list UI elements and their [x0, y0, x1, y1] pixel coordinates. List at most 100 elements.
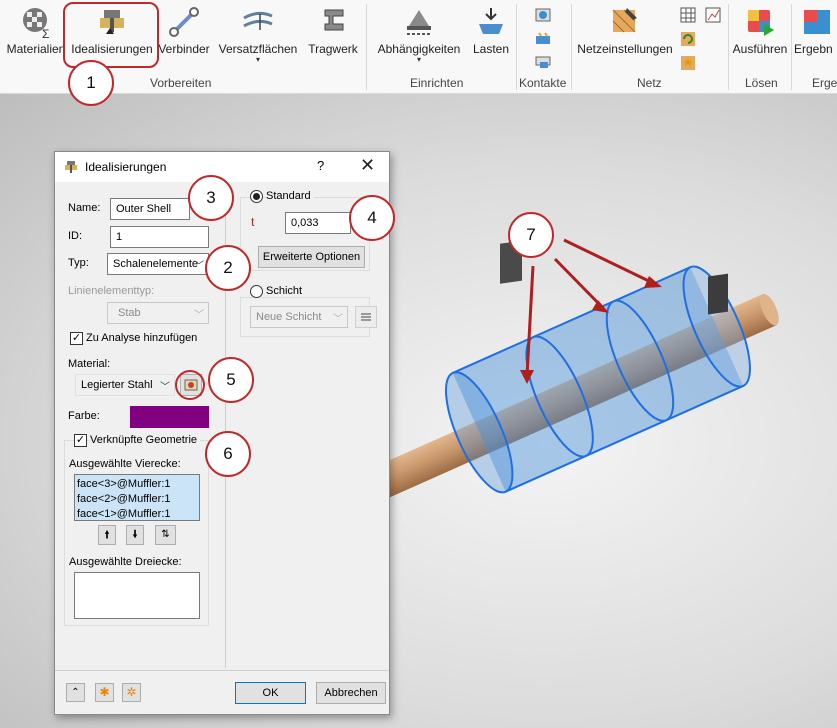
group-label-kontakte: Kontakte [519, 76, 567, 90]
advanced-options-button[interactable]: Erweiterte Optionen [258, 246, 365, 268]
line-type-select[interactable]: Stab ﹀ [107, 302, 209, 324]
layer-editor-button[interactable] [355, 306, 377, 328]
materials-icon: Σ [23, 8, 49, 40]
highlight-idealisierungen [63, 2, 159, 68]
list-item[interactable]: face<1>@Muffler:1 [77, 507, 197, 522]
materialien-button[interactable]: Σ Materialien [4, 0, 68, 72]
cancel-button[interactable]: Abbrechen [316, 682, 386, 704]
tragwerk-button[interactable]: Tragwerk [304, 0, 362, 72]
group-label-vorbereiten: Vorbereiten [150, 76, 212, 90]
chevron-down-icon: ﹀ [160, 382, 170, 393]
ausfuehren-label: Ausführen [732, 42, 788, 56]
id-input[interactable]: 1 [110, 226, 209, 248]
verbinder-button[interactable]: Verbinder [156, 0, 212, 72]
selected-tris-label: Ausgewählte Dreiecke: [69, 556, 182, 568]
callout-7: 7 [508, 212, 554, 258]
dialog-title: Idealisierungen [85, 160, 167, 174]
abhaengigkeiten-dropdown-icon[interactable]: ▾ [417, 56, 421, 64]
selected-quads-list[interactable]: face<3>@Muffler:1 face<2>@Muffler:1 face… [74, 474, 200, 521]
ribbon-separator [516, 4, 517, 90]
versatzflaechen-button[interactable]: Versatzflächen ▾ [216, 0, 300, 72]
layer-stack-icon [361, 313, 371, 321]
name-input[interactable]: Outer Shell [110, 198, 190, 220]
callout-2: 2 [205, 245, 251, 291]
abhaengigkeiten-button[interactable]: Abhängigkeiten ▾ [372, 0, 466, 72]
selected-quads-label: Ausgewählte Vierecke: [69, 458, 181, 470]
abhaengigkeiten-label: Abhängigkeiten [377, 42, 461, 56]
name-label: Name: [68, 202, 101, 214]
ok-button[interactable]: OK [235, 682, 306, 704]
chevron-down-icon: ﹀ [194, 261, 204, 272]
lasten-label: Lasten [472, 42, 510, 56]
ribbon-separator [571, 4, 572, 90]
callout-4: 4 [349, 195, 395, 241]
standard-radio[interactable] [250, 190, 263, 203]
linked-geometry-label: Verknüpfte Geometrie [90, 434, 201, 446]
material-label: Material: [68, 358, 111, 370]
constraints-icon [407, 10, 431, 35]
verbinder-label: Verbinder [158, 42, 210, 56]
material-select-value: Legierter Stahl [81, 379, 153, 391]
thickness-input[interactable]: 0,033 [285, 212, 351, 234]
highlight-material-button [175, 370, 205, 400]
chevron-down-icon: ﹀ [194, 310, 204, 321]
results-icon [804, 10, 830, 34]
frame-icon [324, 9, 344, 31]
ausfuehren-button[interactable]: Ausführen [731, 0, 789, 72]
multi-sparkle-icon[interactable]: ✲ [122, 683, 141, 702]
contact-surface-icon[interactable] [534, 30, 552, 48]
thickness-label: t [251, 215, 255, 229]
contact-auto-icon[interactable] [534, 6, 552, 24]
add-to-analysis-checkbox[interactable]: ✓ [70, 332, 83, 345]
run-icon [748, 10, 774, 36]
callout-5: 5 [208, 357, 254, 403]
type-label: Typ: [68, 257, 89, 269]
svg-text:Σ: Σ [42, 27, 49, 40]
versatzflaechen-label: Versatzflächen [218, 42, 298, 56]
ergebnisse-button[interactable]: Ergebn [794, 0, 837, 72]
group-label-ergebnisse: Erge [812, 76, 837, 90]
layer-label: Schicht [266, 285, 306, 297]
loads-icon [479, 8, 503, 34]
connector-icon [169, 7, 199, 37]
list-item[interactable]: face<2>@Muffler:1 [77, 492, 197, 507]
materialien-label: Materialien [6, 42, 66, 56]
callout-1: 1 [68, 60, 114, 106]
swap-button[interactable]: ⇅ [155, 525, 176, 545]
linked-geometry-checkbox[interactable]: ✓ [74, 434, 87, 447]
callout-3: 3 [188, 175, 234, 221]
ribbon-separator [366, 4, 367, 90]
versatzflaechen-dropdown-icon[interactable]: ▾ [256, 56, 260, 64]
close-button[interactable]: ✕ [360, 155, 375, 176]
mesh-chart-icon[interactable] [704, 6, 722, 24]
layer-radio[interactable] [250, 285, 263, 298]
help-button[interactable]: ? [317, 158, 324, 173]
mesh-table-icon[interactable] [679, 6, 697, 24]
bracket-right [708, 273, 728, 315]
mesh-refresh-icon[interactable] [679, 30, 697, 48]
netzeinstellungen-button[interactable]: Netzeinstellungen [575, 0, 675, 72]
line-type-label: Linienelementtyp: [68, 285, 155, 297]
callout-6: 6 [205, 431, 251, 477]
material-select[interactable]: Legierter Stahl ﹀ [75, 374, 175, 396]
selected-tris-list[interactable] [74, 572, 200, 619]
contact-bolt-icon[interactable] [534, 54, 552, 72]
color-swatch[interactable] [130, 406, 209, 428]
move-up-button[interactable]: 🠙 [98, 525, 116, 545]
type-select-value: Schalenelemente [113, 258, 199, 270]
collapse-button[interactable]: ⌃ [66, 683, 85, 702]
lasten-button[interactable]: Lasten [468, 0, 514, 72]
ergebnisse-label: Ergebn [794, 42, 833, 56]
color-label: Farbe: [68, 410, 100, 422]
footer-divider [55, 670, 389, 671]
sparkle-icon[interactable]: ✱ [95, 683, 114, 702]
group-label-einrichten: Einrichten [410, 76, 464, 90]
dialog-app-icon [65, 161, 77, 173]
list-item[interactable]: face<3>@Muffler:1 [77, 477, 197, 492]
ribbon-separator [728, 4, 729, 90]
group-label-netz: Netz [637, 76, 662, 90]
layer-select[interactable]: Neue Schicht ﹀ [250, 306, 348, 328]
mesh-local-icon[interactable] [679, 54, 697, 72]
type-select[interactable]: Schalenelemente ﹀ [107, 253, 209, 275]
move-down-button[interactable]: 🠛 [126, 525, 144, 545]
